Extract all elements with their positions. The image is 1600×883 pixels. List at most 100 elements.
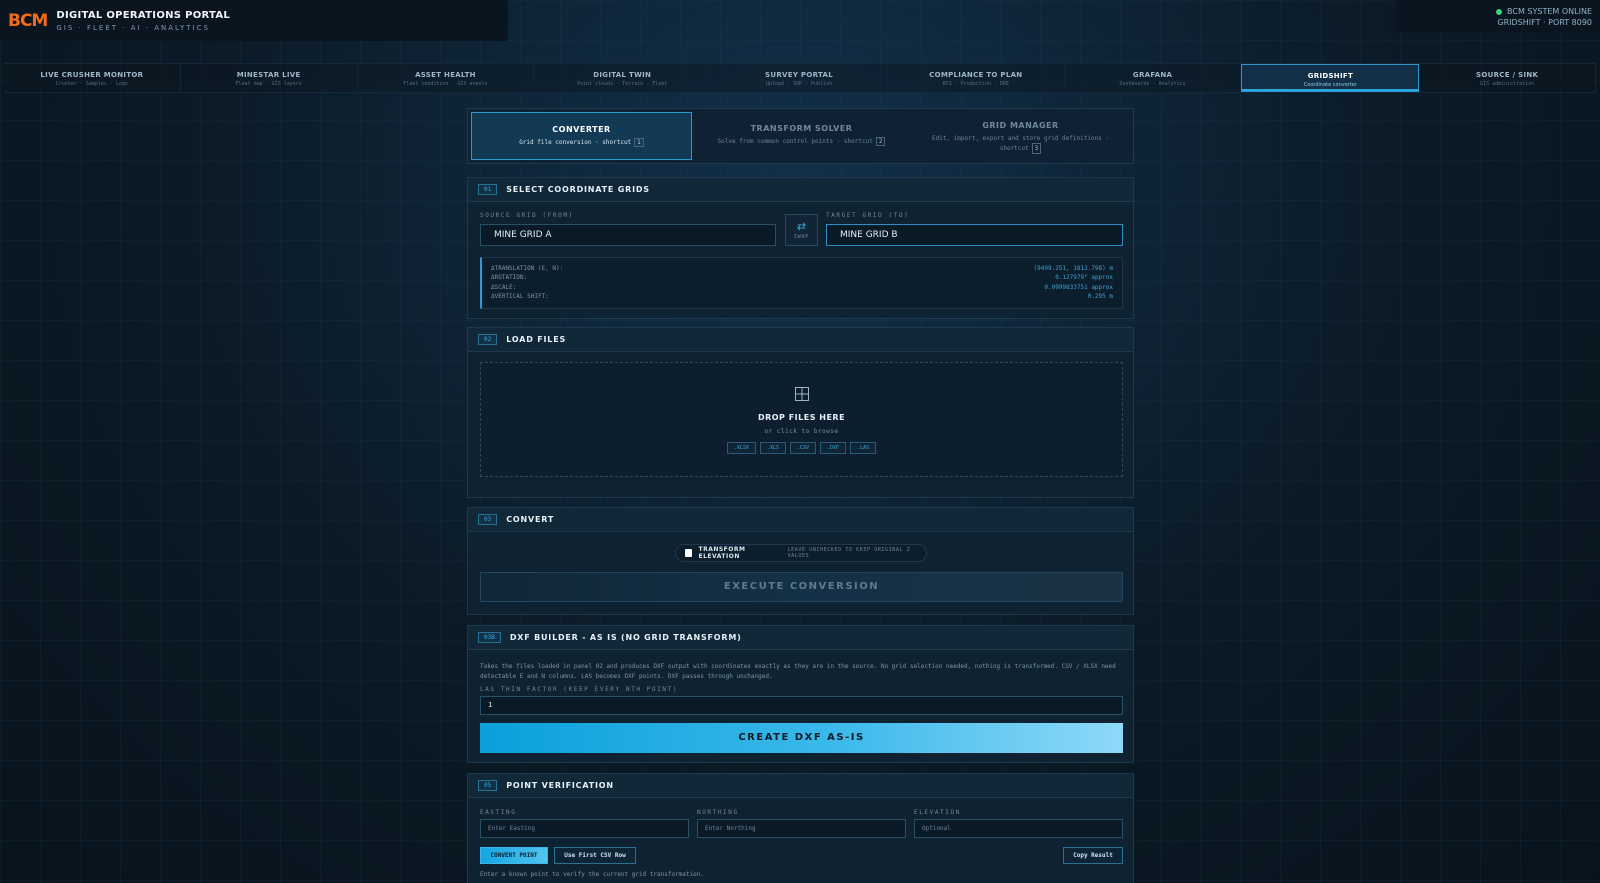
brand-block: BCM DIGITAL OPERATIONS PORTAL GIS · FLEE… xyxy=(0,0,508,41)
elevation-label: TRANSFORM ELEVATION xyxy=(698,546,746,560)
app-header: BCM DIGITAL OPERATIONS PORTAL GIS · FLEE… xyxy=(0,0,1600,48)
param-value: 0.295 m xyxy=(1087,292,1113,300)
nav-tab-asset-health[interactable]: ASSET HEALTH Fleet condition · GIS events xyxy=(358,64,535,92)
verification-note: Enter a known point to verify the curren… xyxy=(480,871,704,878)
nav-tab-label: GRAFANA xyxy=(1132,71,1173,79)
panel-title: CONVERT xyxy=(506,515,555,524)
panel-badge: 03B xyxy=(478,632,501,643)
panel-header: 02 LOAD FILES xyxy=(468,328,1133,352)
param-vertical-shift: ΔVERTICAL SHIFT: 0.295 m xyxy=(491,292,1113,301)
nav-tab-sub: Dashboards · Analytics xyxy=(1119,81,1186,87)
param-key: ΔSCALE: xyxy=(491,283,517,291)
nav-tab-minestar-live[interactable]: MINESTAR LIVE Fleet map · GIS layers xyxy=(181,64,358,92)
swap-grids-button[interactable]: ⇄ SWAP xyxy=(785,214,818,246)
panel-select-grids: 01 SELECT COORDINATE GRIDS SOURCE GRID (… xyxy=(467,177,1134,319)
tab-transform-solver[interactable]: TRANSFORM SOLVER Solve from common contr… xyxy=(692,112,911,160)
easting-input[interactable]: Enter Easting xyxy=(480,819,689,838)
nav-tab-compliance-to-plan[interactable]: COMPLIANCE TO PLAN BCS · Production · DRE xyxy=(888,64,1065,92)
status-port: GRIDSHIFT · PORT 8090 xyxy=(1497,18,1592,27)
nav-tab-sub: Coordinate converter xyxy=(1303,82,1357,88)
nav-tab-gridshift[interactable]: GRIDSHIFT Coordinate converter xyxy=(1241,64,1420,92)
shortcut-key: 3 xyxy=(1031,143,1042,154)
panel-badge: 01 xyxy=(478,184,498,195)
nav-tab-survey-portal[interactable]: SURVEY PORTAL Upload · SOP · Publish xyxy=(711,64,888,92)
nav-tab-sub: Fleet condition · GIS events xyxy=(403,81,488,87)
bcm-logo: BCM xyxy=(8,10,48,31)
nav-tab-label: DIGITAL TWIN xyxy=(593,71,652,79)
nav-tab-sub: Point clouds · Terrain · Fleet xyxy=(577,81,668,87)
nav-tab-digital-twin[interactable]: DIGITAL TWIN Point clouds · Terrain · Fle… xyxy=(534,64,712,92)
northing-input[interactable]: Enter Northing xyxy=(697,819,906,838)
panel-badge: 05 xyxy=(478,780,498,791)
nav-tab-sub: Upload · SOP · Publish xyxy=(765,81,833,87)
nav-tab-sub: Crusher · Samples · Logs xyxy=(55,81,129,87)
convert-point-button[interactable]: CONVERT POINT xyxy=(480,847,548,864)
drop-subtitle: or click to browse xyxy=(764,428,839,435)
file-dropzone[interactable]: DROP FILES HERE or click to browse .XLSX… xyxy=(480,362,1123,477)
panel-load-files: 02 LOAD FILES DROP FILES HERE or click t… xyxy=(467,327,1134,498)
panel-header: 03 CONVERT xyxy=(468,508,1133,532)
param-value: 0.127979° approx xyxy=(1055,274,1113,282)
nav-tab-label: GRIDSHIFT xyxy=(1307,72,1354,80)
system-status: BCM SYSTEM ONLINE GRIDSHIFT · PORT 8090 xyxy=(1396,0,1600,32)
tab-label: GRID MANAGER xyxy=(982,121,1059,130)
app-subtitle: GIS · FLEET · AI · ANALYTICS xyxy=(56,23,210,32)
tab-sub: Grid file conversion · shortcut xyxy=(519,139,632,146)
nav-tab-sub: Fleet map · GIS layers xyxy=(235,81,302,87)
panel-badge: 02 xyxy=(478,334,498,345)
source-grid-label: SOURCE GRID (FROM) xyxy=(480,212,574,219)
tab-converter[interactable]: CONVERTER Grid file conversion · shortcu… xyxy=(471,112,692,160)
target-grid-label: TARGET GRID (TO) xyxy=(826,212,910,219)
tab-sub: Edit, import, export and store grid defi… xyxy=(931,135,1109,152)
panel-badge: 03 xyxy=(478,514,498,525)
execute-conversion-button[interactable]: EXECUTE CONVERSION xyxy=(480,572,1123,602)
nav-tab-label: LIVE CRUSHER MONITOR xyxy=(40,71,144,79)
panel-header: 05 POINT VERIFICATION xyxy=(468,774,1133,798)
elevation-toggle: TRANSFORM ELEVATION LEAVE UNCHECKED TO K… xyxy=(675,544,927,562)
thin-factor-label: LAS THIN FACTOR (KEEP EVERY NTH POINT) xyxy=(480,686,679,693)
main-nav: LIVE CRUSHER MONITOR Crusher · Samples · … xyxy=(4,63,1597,93)
ext-badge: .CSV xyxy=(789,442,817,454)
panel-header: 01 SELECT COORDINATE GRIDS xyxy=(468,178,1133,202)
param-rotation: ΔROTATION: 0.127979° approx xyxy=(491,273,1113,282)
tool-tabs: CONVERTER Grid file conversion · shortcu… xyxy=(467,108,1134,164)
elevation-input-label: ELEVATION xyxy=(914,809,961,816)
param-key: ΔROTATION: xyxy=(491,274,528,282)
thin-factor-input[interactable]: 1 xyxy=(480,696,1123,715)
create-dxf-button[interactable]: CREATE DXF AS-IS xyxy=(480,723,1123,753)
dxf-description: Takes the files loaded in panel 02 and p… xyxy=(480,663,1116,680)
tab-grid-manager[interactable]: GRID MANAGER Edit, import, export and st… xyxy=(911,112,1130,160)
nav-tab-grafana[interactable]: GRAFANA Dashboards · Analytics xyxy=(1065,64,1242,92)
elevation-input[interactable]: Optional xyxy=(914,819,1123,838)
param-translation: ΔTRANSLATION (E, N): (9499.251, 1812.798)… xyxy=(491,264,1113,273)
source-grid-select[interactable]: MINE GRID A xyxy=(480,224,776,246)
param-key: ΔVERTICAL SHIFT: xyxy=(491,292,549,300)
transform-elevation-checkbox[interactable] xyxy=(685,549,693,557)
ext-badge: .DXF xyxy=(820,442,847,454)
elevation-hint: LEAVE UNCHECKED TO KEEP ORIGINAL Z VALUE… xyxy=(787,547,911,559)
ext-badge: .XLSX xyxy=(726,442,756,454)
nav-tab-label: MINESTAR LIVE xyxy=(236,71,301,79)
use-first-csv-row-button[interactable]: Use First CSV Row xyxy=(554,847,636,864)
panel-title: DXF BUILDER - AS IS (NO GRID TRANSFORM) xyxy=(509,633,742,642)
tab-label: CONVERTER xyxy=(552,125,611,134)
panel-header: 03B DXF BUILDER - AS IS (NO GRID TRANSFO… xyxy=(468,626,1133,650)
nav-tab-sub: GIS administration xyxy=(1480,81,1535,87)
northing-label: NORTHING xyxy=(697,809,739,816)
app-title: DIGITAL OPERATIONS PORTAL xyxy=(56,9,231,21)
tab-sub: Solve from common control points · short… xyxy=(717,138,873,145)
panel-point-verification: 05 POINT VERIFICATION EASTING Enter East… xyxy=(467,773,1134,883)
nav-tab-live-crusher-monitor[interactable]: LIVE CRUSHER MONITOR Crusher · Samples · … xyxy=(4,64,181,92)
panel-convert: 03 CONVERT TRANSFORM ELEVATION LEAVE UNC… xyxy=(467,507,1134,615)
nav-tab-label: SOURCE / SINK xyxy=(1476,71,1539,79)
ext-badge: .LAS xyxy=(850,442,877,454)
nav-tab-source-sink[interactable]: SOURCE / SINK GIS administration xyxy=(1419,64,1597,92)
shortcut-key: 2 xyxy=(875,137,886,146)
easting-label: EASTING xyxy=(480,809,517,816)
target-grid-select[interactable]: MINE GRID B xyxy=(826,224,1123,246)
swap-icon: ⇄ xyxy=(796,220,807,233)
nav-tab-label: ASSET HEALTH xyxy=(415,71,476,79)
shortcut-key: 1 xyxy=(634,138,644,147)
copy-result-button[interactable]: Copy Result xyxy=(1063,847,1123,864)
nav-tab-label: COMPLIANCE TO PLAN xyxy=(929,71,1023,79)
